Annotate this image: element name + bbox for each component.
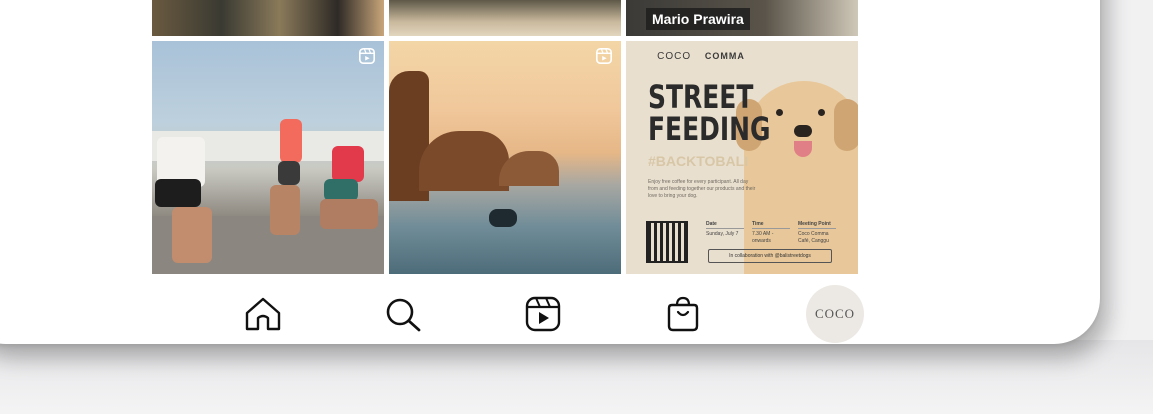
runner-3-shirt (332, 146, 364, 182)
ad-brand: COCO COMMA (626, 51, 776, 62)
ad-headline: STREET FEEDING (648, 78, 771, 148)
info-meeting-point: Meeting Point Coco Comma Café, Canggu (798, 221, 836, 245)
shop-bag-icon[interactable] (663, 296, 703, 332)
runner-2-legs (270, 185, 300, 235)
reel-tile-sunset-sea[interactable] (389, 41, 621, 274)
profile-post-grid: Mario Prawira COCO COMMA STREET FEEDING … (152, 0, 858, 274)
runner-2-shirt (280, 119, 302, 163)
post-tile-2[interactable] (389, 0, 621, 36)
reel-badge-icon (358, 47, 376, 65)
home-icon[interactable] (243, 296, 283, 332)
runner-2-shorts (278, 161, 300, 185)
swimmer-silhouette (489, 209, 517, 227)
runner-1-shorts (155, 179, 201, 207)
event-info: Date Sunday, July 7 Time 7.30 AM - onwar… (706, 221, 836, 245)
info-date: Date Sunday, July 7 (706, 221, 744, 245)
dog-nose (794, 125, 812, 137)
brand-comma: COMMA (704, 51, 745, 61)
info-time: Time 7.30 AM - onwards (752, 221, 790, 245)
collab-banner: In collaboration with @balistreetdogs (708, 249, 832, 263)
background-floor (0, 340, 1153, 414)
avatar-label: COCO (814, 306, 856, 321)
name-chip: Mario Prawira (646, 8, 750, 30)
runner-3-shorts (324, 179, 358, 201)
search-icon[interactable] (383, 296, 423, 332)
reel-badge-icon (595, 47, 613, 65)
post-tile-3[interactable]: Mario Prawira (626, 0, 858, 36)
reel-tile-running[interactable] (152, 41, 384, 274)
phone-frame: Mario Prawira COCO COMMA STREET FEEDING … (0, 0, 1100, 344)
dog-ear-right (834, 99, 858, 151)
brand-coco: COCO (657, 51, 692, 62)
ad-description: Enjoy free coffee for every participant.… (648, 179, 756, 199)
profile-avatar[interactable]: COCO (806, 285, 864, 343)
dog-eye-right (818, 109, 825, 116)
cliff-middle (419, 131, 509, 191)
post-tile-1[interactable] (152, 0, 384, 36)
runner-1-legs (172, 207, 212, 263)
qr-code (646, 221, 688, 263)
runner-3-legs (320, 199, 378, 229)
post-tile-street-feeding-ad[interactable]: COCO COMMA STREET FEEDING #BACKTOBALI En… (626, 41, 858, 274)
reels-icon[interactable] (523, 296, 563, 332)
ad-hashtag: #BACKTOBALI (648, 153, 749, 169)
dog-eye-left (776, 109, 783, 116)
